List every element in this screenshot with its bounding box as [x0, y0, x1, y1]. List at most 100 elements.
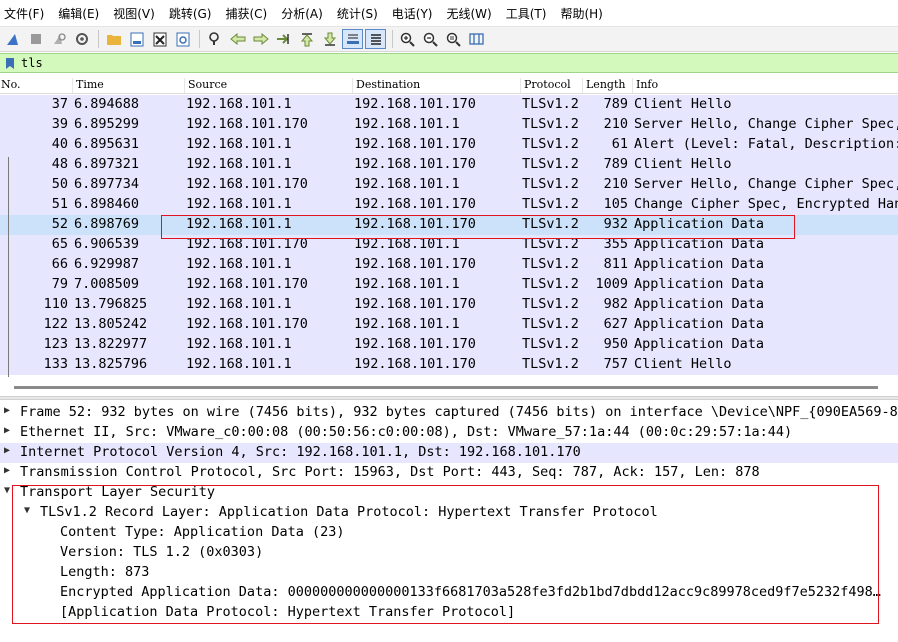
- packet-cell-time: 6.894688: [74, 96, 140, 112]
- display-filter-input[interactable]: [21, 56, 881, 70]
- detail-tree-item[interactable]: Version: TLS 1.2 (0x0303): [0, 543, 898, 563]
- detail-tree-item[interactable]: [Application Data Protocol: Hypertext Tr…: [0, 603, 898, 623]
- expand-arrow-icon[interactable]: ▶: [4, 445, 10, 456]
- zoom-normal-icon[interactable]: [443, 29, 464, 49]
- menu-item-4[interactable]: 捕获(C): [225, 5, 267, 22]
- restart-icon[interactable]: [48, 29, 69, 49]
- column-header-no[interactable]: No.: [0, 78, 70, 93]
- options-gear-icon[interactable]: [71, 29, 92, 49]
- detail-tree-item[interactable]: Content Type: Application Data (23): [0, 523, 898, 543]
- menu-item-1[interactable]: 编辑(E): [58, 5, 99, 22]
- packet-cell-no: 65: [51, 236, 68, 252]
- detail-tree-item[interactable]: ▼ Transport Layer Security: [0, 483, 898, 503]
- reload-icon[interactable]: [172, 29, 193, 49]
- packet-cell-time: 6.895299: [74, 116, 140, 132]
- expand-arrow-icon[interactable]: ▶: [4, 405, 10, 416]
- packet-row[interactable]: 110 13.796825 192.168.101.1 192.168.101.170…: [0, 295, 898, 315]
- packet-row[interactable]: 66 6.929987 192.168.101.1 192.168.101.170 TL…: [0, 255, 898, 275]
- column-header-destination[interactable]: Destination: [352, 78, 520, 93]
- packet-cell-proto: TLSv1.2: [522, 336, 579, 352]
- packet-cell-len: 789: [603, 156, 628, 172]
- go-forward-icon[interactable]: [250, 29, 271, 49]
- detail-tree-item[interactable]: ▶ Internet Protocol Version 4, Src: 192.1…: [0, 443, 898, 463]
- packet-row[interactable]: 40 6.895631 192.168.101.1 192.168.101.170 TL…: [0, 135, 898, 155]
- colorize-icon[interactable]: [365, 29, 386, 49]
- packet-row[interactable]: 79 7.008509 192.168.101.170 192.168.101.1 TL…: [0, 275, 898, 295]
- open-folder-icon[interactable]: [103, 29, 124, 49]
- packet-row-selected[interactable]: 52 6.898769 192.168.101.1 192.168.101.170 TL…: [0, 215, 898, 235]
- close-file-icon[interactable]: [149, 29, 170, 49]
- packet-row[interactable]: 51 6.898460 192.168.101.1 192.168.101.170 TL…: [0, 195, 898, 215]
- packet-row[interactable]: 50 6.897734 192.168.101.170 192.168.101.1 TL…: [0, 175, 898, 195]
- packet-cell-info: Application Data: [634, 296, 765, 312]
- detail-tree-item[interactable]: Encrypted Application Data: 000000000000…: [0, 583, 898, 603]
- expand-arrow-icon[interactable]: ▶: [4, 425, 10, 436]
- detail-tree-label: Encrypted Application Data: 000000000000…: [60, 584, 881, 600]
- packet-cell-dst: 192.168.101.1: [354, 116, 460, 132]
- packet-cell-src: 192.168.101.170: [186, 276, 308, 292]
- detail-tree-item[interactable]: ▶ Ethernet II, Src: VMware_c0:00:08 (00:5…: [0, 423, 898, 443]
- column-header-protocol[interactable]: Protocol: [520, 78, 582, 93]
- resize-columns-icon[interactable]: [466, 29, 487, 49]
- collapse-arrow-icon[interactable]: ▼: [4, 485, 10, 496]
- packet-row[interactable]: 37 6.894688 192.168.101.1 192.168.101.170 TL…: [0, 95, 898, 115]
- menu-item-9[interactable]: 工具(T): [506, 5, 547, 22]
- packet-cell-time: 6.897321: [74, 156, 140, 172]
- packet-cell-len: 982: [603, 296, 628, 312]
- packet-row[interactable]: 122 13.805242 192.168.101.170 192.168.101.1…: [0, 315, 898, 335]
- packet-row[interactable]: 48 6.897321 192.168.101.1 192.168.101.170 TL…: [0, 155, 898, 175]
- go-back-icon[interactable]: [227, 29, 248, 49]
- packet-cell-info: Client Hello: [634, 156, 732, 172]
- collapse-arrow-icon[interactable]: ▼: [24, 505, 30, 516]
- zoom-in-icon[interactable]: [397, 29, 418, 49]
- menu-item-10[interactable]: 帮助(H): [560, 5, 602, 22]
- packet-list-header: No. Time Source Destination Protocol Len…: [0, 76, 898, 94]
- menu-item-7[interactable]: 电话(Y): [392, 5, 433, 22]
- column-header-length[interactable]: Length: [582, 78, 632, 93]
- zoom-out-icon[interactable]: [420, 29, 441, 49]
- packet-cell-src: 192.168.101.1: [186, 96, 292, 112]
- go-to-packet-icon[interactable]: [273, 29, 294, 49]
- detail-tree-item[interactable]: ▶ Frame 52: 932 bytes on wire (7456 bits)…: [0, 403, 898, 423]
- packet-cell-len: 210: [603, 176, 628, 192]
- menu-item-8[interactable]: 无线(W): [447, 5, 492, 22]
- menu-item-3[interactable]: 跳转(G): [169, 5, 212, 22]
- packet-cell-len: 61: [611, 136, 628, 152]
- bookmark-icon[interactable]: [3, 56, 17, 70]
- stop-icon[interactable]: [25, 29, 46, 49]
- pane-splitter[interactable]: [0, 396, 898, 400]
- detail-tree-item[interactable]: ▶ Transmission Control Protocol, Src Port…: [0, 463, 898, 483]
- packet-cell-dst: 192.168.101.1: [354, 236, 460, 252]
- packet-cell-time: 6.897734: [74, 176, 140, 192]
- packet-cell-dst: 192.168.101.170: [354, 216, 476, 232]
- file-save-icon[interactable]: [126, 29, 147, 49]
- packet-row[interactable]: 39 6.895299 192.168.101.170 192.168.101.1 TL…: [0, 115, 898, 135]
- menu-item-0[interactable]: 文件(F): [4, 5, 44, 22]
- go-first-icon[interactable]: [296, 29, 317, 49]
- packet-cell-src: 192.168.101.170: [186, 316, 308, 332]
- toolbar-separator: [98, 30, 99, 48]
- detail-tree-item[interactable]: Length: 873: [0, 563, 898, 583]
- packet-cell-no: 39: [51, 116, 68, 132]
- packet-row[interactable]: 123 13.822977 192.168.101.1 192.168.101.170…: [0, 335, 898, 355]
- column-header-time[interactable]: Time: [72, 78, 184, 93]
- packet-row[interactable]: 133 13.825796 192.168.101.1 192.168.101.170…: [0, 355, 898, 375]
- expand-arrow-icon[interactable]: ▶: [4, 465, 10, 476]
- find-packet-icon[interactable]: [204, 29, 225, 49]
- menu-item-6[interactable]: 统计(S): [337, 5, 378, 22]
- packet-cell-src: 192.168.101.1: [186, 356, 292, 372]
- packet-cell-len: 789: [603, 96, 628, 112]
- column-header-source[interactable]: Source: [184, 78, 352, 93]
- go-last-icon[interactable]: [319, 29, 340, 49]
- packet-row[interactable]: 65 6.906539 192.168.101.170 192.168.101.1 TL…: [0, 235, 898, 255]
- shark-fin-start-icon[interactable]: [2, 29, 23, 49]
- packet-details-tree: ▶ Frame 52: 932 bytes on wire (7456 bits)…: [0, 403, 898, 623]
- menu-item-5[interactable]: 分析(A): [281, 5, 323, 22]
- detail-tree-item[interactable]: ▼ TLSv1.2 Record Layer: Application Data …: [0, 503, 898, 523]
- packet-cell-src: 192.168.101.1: [186, 196, 292, 212]
- menu-item-2[interactable]: 视图(V): [113, 5, 155, 22]
- autoscroll-icon[interactable]: [342, 29, 363, 49]
- horizontal-scrollbar[interactable]: [0, 378, 898, 396]
- scrollbar-thumb[interactable]: [14, 386, 878, 389]
- column-header-info[interactable]: Info: [632, 78, 898, 93]
